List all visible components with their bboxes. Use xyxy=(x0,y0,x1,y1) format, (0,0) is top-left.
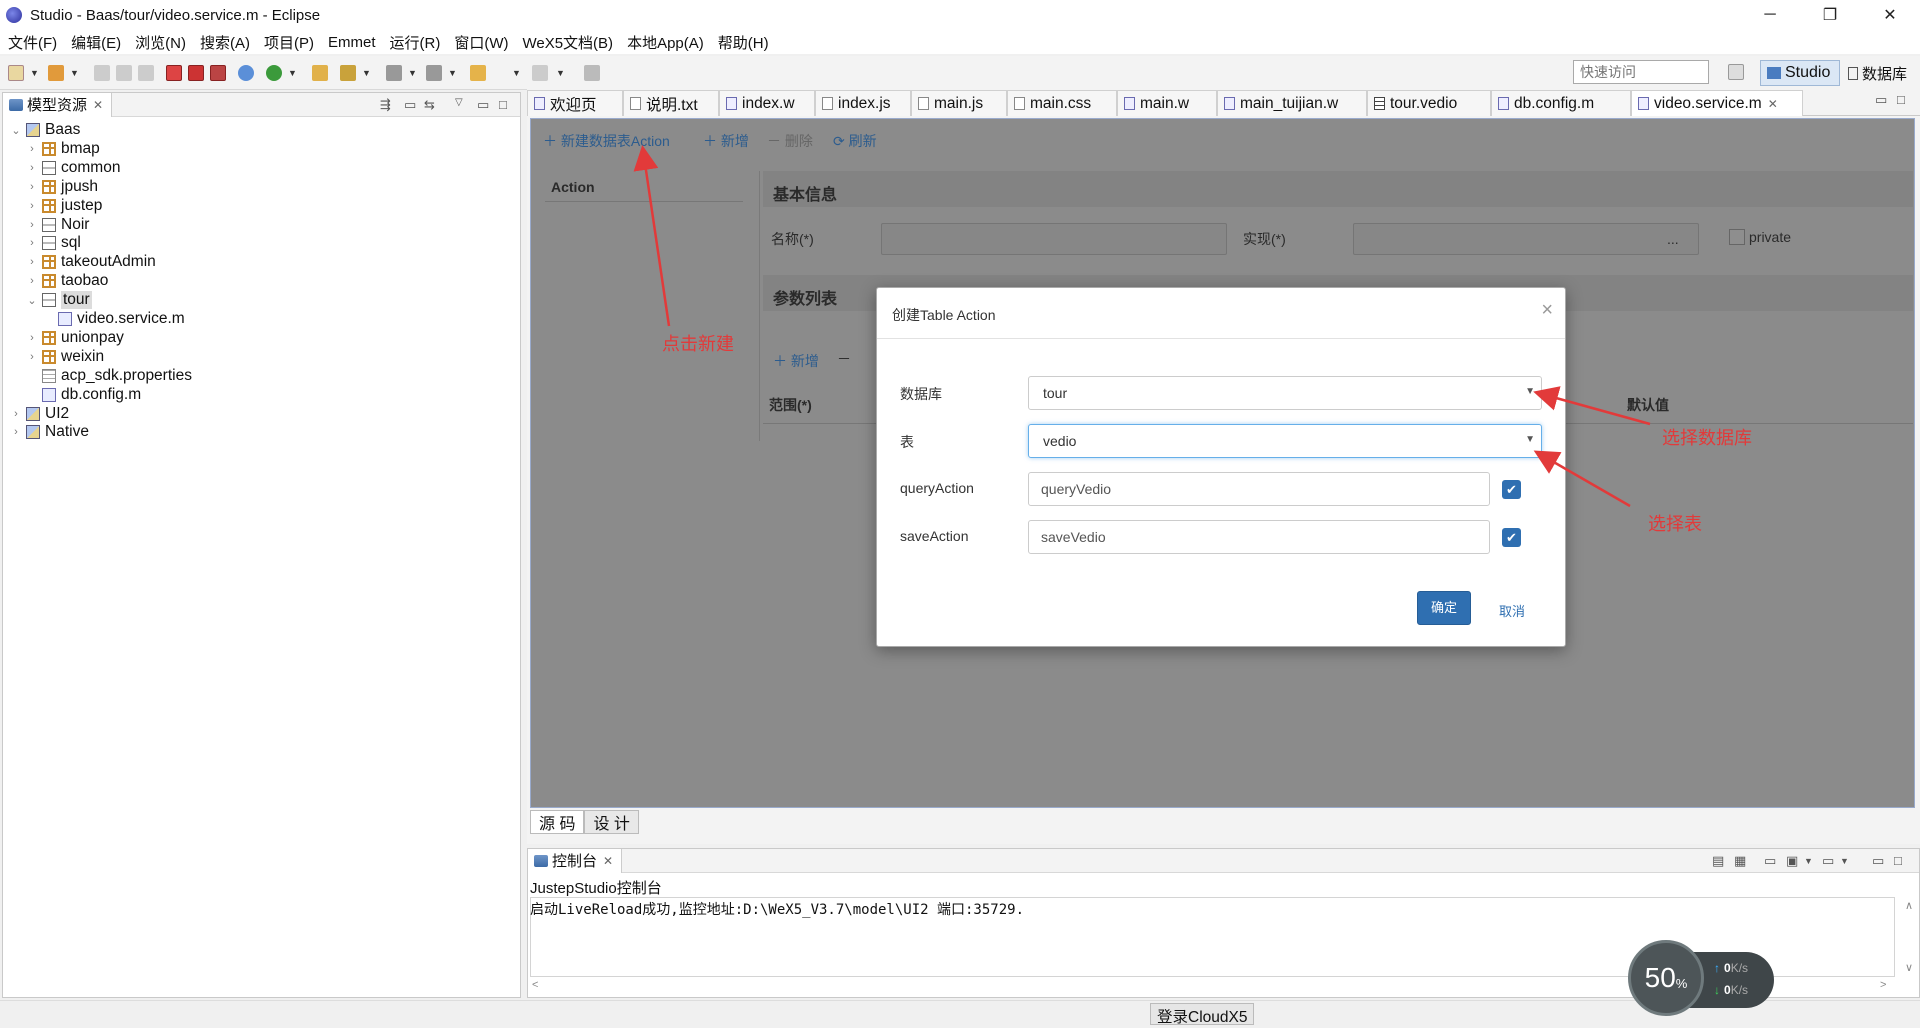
annotation-select-db: 选择数据库 xyxy=(1662,428,1752,449)
download-speed: 0K/s xyxy=(1724,983,1749,997)
cpu-usage-circle: 50% xyxy=(1628,940,1704,1016)
arrow-to-db-select xyxy=(1533,386,1651,426)
annotation-select-table: 选择表 xyxy=(1648,514,1702,535)
cpu-usage-value: 50 xyxy=(1644,962,1676,993)
arrow-to-new-button xyxy=(633,145,671,327)
annotation-click-new: 点击新建 xyxy=(662,334,734,355)
download-arrow-icon: ↓ xyxy=(1714,983,1720,997)
upload-speed: 0K/s xyxy=(1724,961,1749,975)
annotation-arrows xyxy=(633,145,1651,508)
network-speed-widget[interactable]: ↑ 0K/s ↓ 0K/s 50% xyxy=(1628,940,1774,1016)
upload-arrow-icon: ↑ xyxy=(1714,961,1720,975)
cpu-usage-unit: % xyxy=(1675,975,1688,991)
arrow-to-table-select xyxy=(1533,450,1631,508)
